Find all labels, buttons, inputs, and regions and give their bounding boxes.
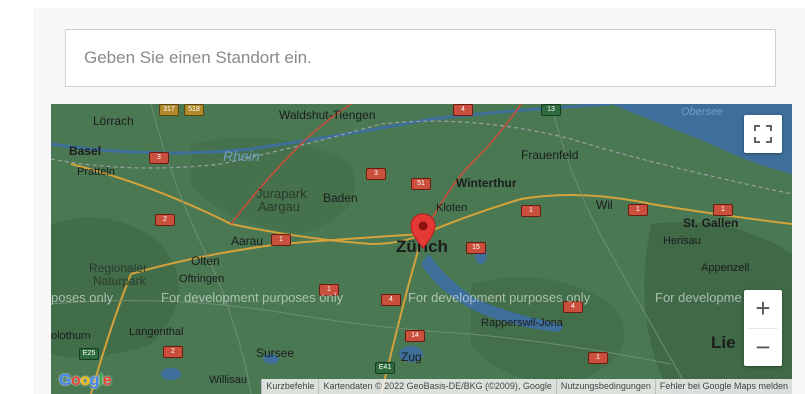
- road-shield: 3: [366, 168, 386, 180]
- keyboard-shortcuts-link[interactable]: Kurzbefehle: [261, 379, 319, 394]
- road-shield: 4: [453, 104, 473, 116]
- city-label-aarau: Aarau: [231, 234, 264, 248]
- terms-link[interactable]: Nutzungsbedingungen: [555, 379, 655, 394]
- map-data-attribution: Kartendaten © 2022 GeoBasis-DE/BKG (©200…: [318, 379, 556, 394]
- road-shield: 2: [155, 214, 175, 226]
- road-shield: E41: [375, 362, 395, 374]
- city-label-kloten: Kloten: [436, 202, 468, 214]
- zoom-control: + −: [744, 290, 782, 366]
- road-shield: 3: [149, 152, 169, 164]
- city-label-pratteln: Pratteln: [77, 166, 115, 178]
- city-label-herisau: Herisau: [663, 235, 701, 247]
- city-label-wil: Wil: [596, 198, 613, 212]
- city-label-frauenfeld: Frauenfeld: [521, 148, 579, 162]
- park-label-naturpark: Naturpark: [93, 274, 146, 288]
- city-label-basel: Basel: [69, 144, 102, 158]
- road-shield: 4: [381, 294, 401, 306]
- city-label-lorrach: Lörrach: [93, 114, 134, 128]
- fullscreen-button[interactable]: [744, 115, 782, 153]
- city-label-winterthur: Winterthur: [456, 176, 517, 190]
- road-shield: 2: [163, 346, 183, 358]
- city-label-sursee: Sursee: [256, 346, 295, 360]
- google-logo[interactable]: Google: [59, 372, 112, 390]
- location-pin-icon[interactable]: [410, 213, 436, 249]
- dev-watermark: For developme: [655, 290, 742, 305]
- road-shield: 1: [628, 204, 648, 216]
- road-shield: 1: [588, 352, 608, 364]
- city-label-baden: Baden: [323, 191, 358, 205]
- map-view[interactable]: Lörrach Basel Pratteln Waldshut-Tiengen …: [51, 104, 792, 394]
- park-label-aargau: Aargau: [258, 199, 300, 214]
- city-label-langenthal: Langenthal: [129, 326, 184, 338]
- fullscreen-icon: [754, 125, 772, 143]
- zoom-in-button[interactable]: +: [744, 290, 782, 328]
- map-footer: Kurzbefehle Kartendaten © 2022 GeoBasis-…: [229, 379, 792, 394]
- location-search-input[interactable]: [66, 30, 775, 86]
- road-shield: 317: [159, 104, 179, 116]
- city-label-rapperswil: Rapperswil-Jona: [481, 317, 563, 329]
- city-label-waldshut: Waldshut-Tiengen: [279, 108, 376, 122]
- city-label-lie: Lie: [711, 333, 736, 352]
- road-shield: 1: [713, 204, 733, 216]
- road-shield: 1: [521, 205, 541, 217]
- road-shield: 15: [466, 242, 486, 254]
- road-shield: 51: [411, 178, 431, 190]
- road-shield: 14: [405, 330, 425, 342]
- report-error-link[interactable]: Fehler bei Google Maps melden: [654, 379, 792, 394]
- dev-watermark: For development purposes only: [161, 290, 344, 305]
- location-search-field[interactable]: [65, 29, 776, 87]
- river-label-rhein: Rhein: [223, 148, 260, 164]
- dev-watermark: For development purposes only: [408, 290, 591, 305]
- lake-label-obersee: Obersee: [681, 106, 724, 118]
- city-label-stgallen: St. Gallen: [683, 216, 739, 230]
- road-shield: 1: [271, 234, 291, 246]
- road-shield: E25: [79, 348, 99, 360]
- city-label-olten: Olten: [191, 254, 220, 268]
- zoom-out-button[interactable]: −: [744, 328, 782, 366]
- road-shield: 518: [184, 104, 204, 116]
- city-label-solothurn: olothurn: [51, 330, 91, 342]
- city-label-zug: Zug: [401, 350, 422, 364]
- city-label-oftringen: Oftringen: [179, 273, 225, 285]
- road-shield: 13: [541, 104, 561, 116]
- park-label-regionaler: Regionaler: [89, 261, 148, 275]
- city-label-appenzell: Appenzell: [701, 262, 750, 274]
- dev-watermark: poses only: [51, 290, 114, 305]
